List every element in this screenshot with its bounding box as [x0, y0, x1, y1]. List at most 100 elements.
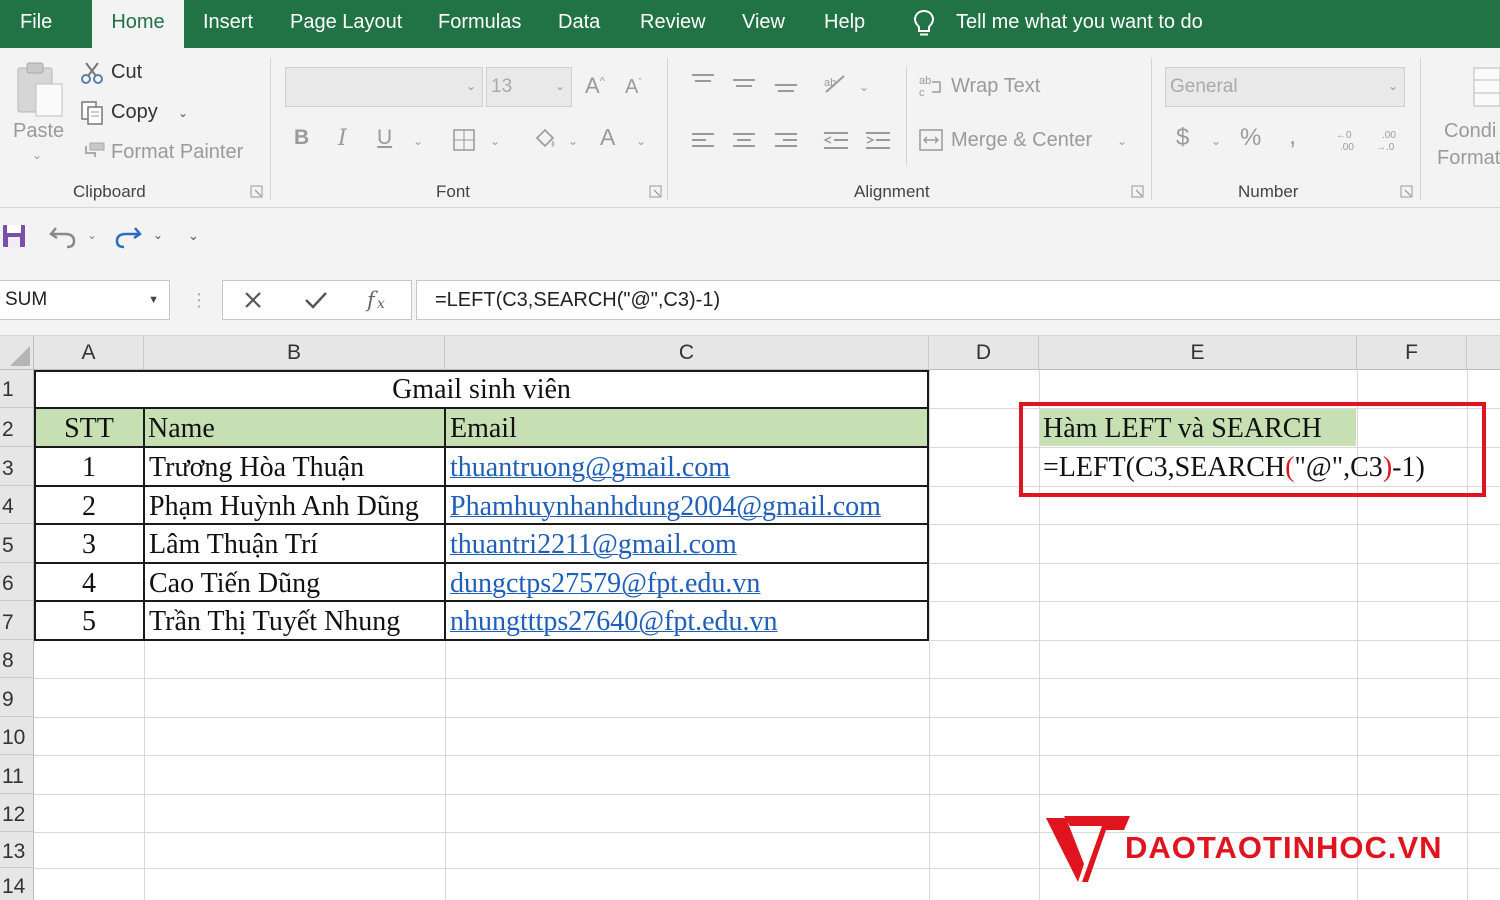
decrease-indent-icon[interactable] [822, 130, 850, 152]
tab-review[interactable]: Review [640, 0, 706, 48]
cell-stt[interactable]: 4 [34, 563, 144, 601]
cell-stt[interactable]: 3 [34, 524, 144, 563]
header-stt[interactable]: STT [34, 408, 144, 447]
underline-icon[interactable]: U [377, 126, 392, 150]
wrap-text-icon[interactable]: abc [918, 73, 944, 99]
select-all-button[interactable] [0, 336, 34, 370]
row-header-1[interactable]: 1 [0, 370, 34, 408]
orientation-icon[interactable]: ab [822, 72, 850, 98]
name-box-dropdown-icon[interactable]: ▼ [148, 281, 159, 319]
merge-center-icon[interactable] [918, 128, 944, 152]
font-size-dropdown-icon[interactable]: ⌄ [555, 79, 565, 93]
currency-icon[interactable]: $ [1176, 124, 1189, 152]
alignment-dialog-launcher-icon[interactable] [1131, 185, 1144, 198]
row-header-10[interactable]: 10 [0, 717, 34, 755]
increase-indent-icon[interactable] [864, 130, 892, 152]
align-middle-icon[interactable] [731, 72, 757, 94]
header-email[interactable]: Email [450, 408, 928, 447]
conditional-formatting-icon[interactable] [1472, 66, 1500, 108]
align-bottom-icon[interactable] [773, 72, 799, 94]
cell-name[interactable]: Trương Hòa Thuận [149, 447, 445, 486]
insert-function-icon[interactable]: fx [365, 286, 391, 314]
row-header-7[interactable]: 7 [0, 601, 34, 640]
header-name[interactable]: Name [148, 408, 444, 447]
scissors-icon[interactable] [80, 61, 104, 85]
underline-dropdown-icon[interactable]: ⌄ [413, 134, 423, 148]
number-dialog-launcher-icon[interactable] [1400, 185, 1413, 198]
italic-icon[interactable]: I [338, 126, 347, 151]
font-name-dropdown-icon[interactable]: ⌄ [466, 79, 476, 93]
tab-insert[interactable]: Insert [203, 0, 253, 48]
row-header-5[interactable]: 5 [0, 524, 34, 563]
row-header-4[interactable]: 4 [0, 486, 34, 524]
cell-email-link[interactable]: thuantri2211@gmail.com [450, 524, 928, 563]
cut-button[interactable]: Cut [111, 61, 142, 84]
name-box[interactable]: SUM ▼ [0, 280, 170, 320]
cell-stt[interactable]: 2 [34, 486, 144, 524]
tab-view[interactable]: View [742, 0, 785, 48]
increase-font-size-icon[interactable]: A^ [585, 73, 605, 99]
enter-check-icon[interactable] [304, 290, 328, 310]
cell-email-link[interactable]: Phamhuynhanhdung2004@gmail.com [450, 486, 928, 524]
column-header-c[interactable]: C [445, 336, 929, 370]
orientation-dropdown-icon[interactable]: ⌄ [859, 80, 869, 94]
tab-data[interactable]: Data [558, 0, 600, 48]
font-name-combobox[interactable] [285, 67, 483, 107]
save-icon[interactable] [2, 224, 26, 248]
undo-icon[interactable] [48, 222, 78, 250]
copy-button[interactable]: Copy [111, 101, 158, 124]
cell-name[interactable]: Trần Thị Tuyết Nhung [149, 601, 445, 640]
merge-center-button[interactable]: Merge & Center [951, 129, 1092, 152]
redo-dropdown-icon[interactable]: ⌄ [153, 228, 163, 242]
row-header-11[interactable]: 11 [0, 755, 34, 794]
redo-icon[interactable] [113, 222, 143, 250]
clipboard-dialog-launcher-icon[interactable] [250, 185, 263, 198]
cell-email-link[interactable]: thuantruong@gmail.com [450, 447, 928, 486]
undo-dropdown-icon[interactable]: ⌄ [87, 228, 97, 242]
conditional-formatting-label-1[interactable]: Condi [1444, 120, 1496, 143]
row-header-9[interactable]: 9 [0, 678, 34, 717]
column-header-g[interactable] [1467, 336, 1500, 370]
font-color-dropdown-icon[interactable]: ⌄ [636, 134, 646, 148]
align-top-icon[interactable] [690, 72, 716, 94]
row-header-12[interactable]: 12 [0, 794, 34, 832]
align-right-icon[interactable] [773, 130, 799, 152]
format-painter-button[interactable]: Format Painter [111, 141, 243, 164]
tab-formulas[interactable]: Formulas [438, 0, 521, 48]
decrease-font-size-icon[interactable]: Aˇ [625, 76, 642, 99]
fill-color-icon[interactable] [532, 126, 558, 152]
column-header-e[interactable]: E [1039, 336, 1357, 370]
increase-decimal-icon[interactable]: ←0.00 [1334, 127, 1360, 153]
copy-dropdown-icon[interactable]: ⌄ [178, 106, 188, 120]
cell-stt[interactable]: 1 [34, 447, 144, 486]
cell-email-link[interactable]: dungctps27579@fpt.edu.vn [450, 563, 928, 601]
row-header-6[interactable]: 6 [0, 563, 34, 601]
paste-icon[interactable] [14, 60, 66, 120]
row-header-8[interactable]: 8 [0, 640, 34, 678]
wrap-text-button[interactable]: Wrap Text [951, 75, 1040, 98]
number-format-combobox[interactable]: General [1165, 67, 1405, 107]
paste-dropdown-icon[interactable]: ⌄ [32, 148, 42, 162]
cancel-icon[interactable] [243, 290, 263, 310]
cell-name[interactable]: Cao Tiến Dũng [149, 563, 445, 601]
formula-bar-splitter-icon[interactable]: ⋮ [190, 288, 208, 312]
align-center-icon[interactable] [731, 130, 757, 152]
merge-center-dropdown-icon[interactable]: ⌄ [1117, 134, 1127, 148]
row-header-13[interactable]: 13 [0, 832, 34, 868]
column-header-a[interactable]: A [34, 336, 144, 370]
copy-icon[interactable] [80, 100, 104, 126]
cell-email-link[interactable]: nhungtttps27640@fpt.edu.vn [450, 601, 928, 640]
column-header-d[interactable]: D [929, 336, 1039, 370]
number-format-dropdown-icon[interactable]: ⌄ [1388, 79, 1398, 93]
formula-input[interactable]: =LEFT(C3,SEARCH("@",C3)-1) [416, 280, 1500, 320]
cell-name[interactable]: Phạm Huỳnh Anh Dũng [149, 486, 445, 524]
font-dialog-launcher-icon[interactable] [649, 185, 662, 198]
borders-icon[interactable] [452, 128, 476, 152]
row-header-2[interactable]: 2 [0, 408, 34, 447]
currency-dropdown-icon[interactable]: ⌄ [1211, 134, 1221, 148]
tab-file[interactable]: File [20, 0, 52, 48]
column-header-b[interactable]: B [144, 336, 445, 370]
cell-stt[interactable]: 5 [34, 601, 144, 640]
align-left-icon[interactable] [690, 130, 716, 152]
bold-icon[interactable]: B [294, 126, 309, 150]
